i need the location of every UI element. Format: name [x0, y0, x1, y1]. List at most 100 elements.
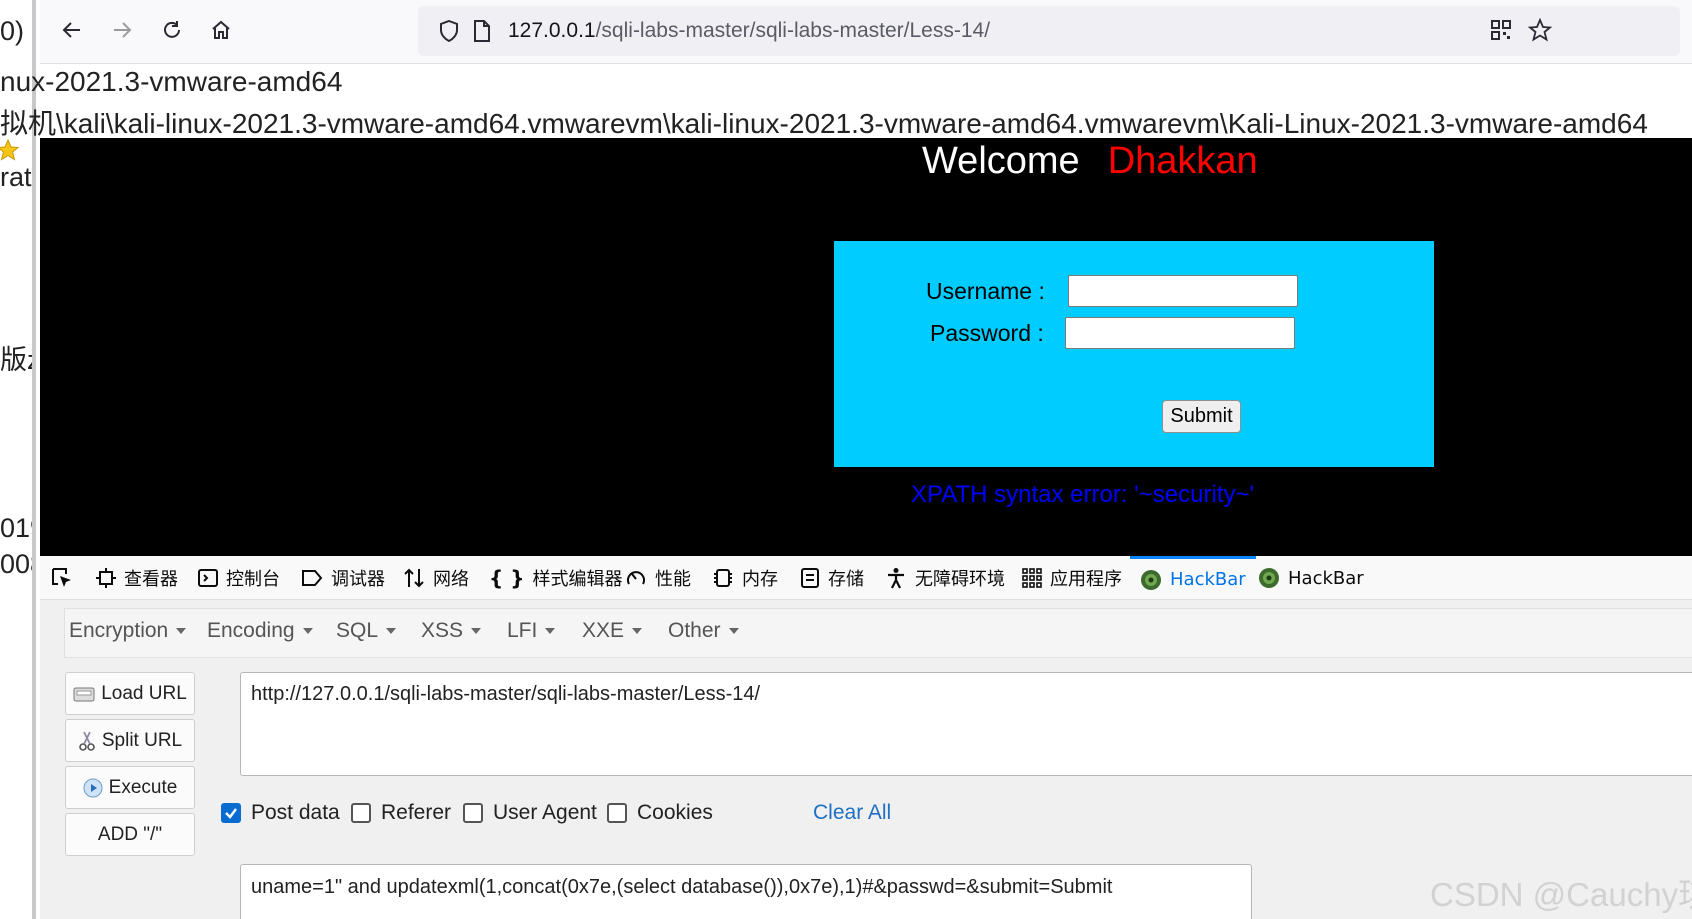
menu-label: Other [668, 619, 721, 642]
web-page: Welcome Dhakkan Username : Password : Sub… [40, 138, 1692, 556]
login-form: Username : Password : Submit [834, 241, 1434, 467]
play-icon [83, 778, 103, 797]
option-label: User Agent [493, 801, 597, 824]
menu-label: SQL [336, 619, 379, 642]
browser-toolbar: 127.0.0.1/sqli-labs-master/sqli-labs-mas… [40, 0, 1692, 64]
tab-console[interactable]: 控制台 [198, 556, 280, 600]
reload-button[interactable] [156, 14, 188, 46]
menu-label: Encoding [207, 619, 295, 642]
tab-label: HackBar [1288, 567, 1364, 589]
tab-label: 网络 [433, 569, 469, 590]
screen: 0) rati 版z 019 008 127.0.0.1/sqli-labs-m… [0, 0, 1692, 919]
menu-sql[interactable]: SQL [336, 619, 397, 643]
cookies-checkbox[interactable] [607, 803, 627, 823]
url-host: 127.0.0.1 [508, 19, 596, 42]
devtools-tab-bar: 查看器 控制台 调试器 网络 { } 样式编辑器 性能 内存 存储 无障碍环境 应… [40, 556, 1692, 600]
hackbar-icon [1141, 569, 1161, 590]
tab-hackbar[interactable]: HackBar [1258, 556, 1364, 600]
button-label: Load URL [101, 682, 187, 704]
caret-down-icon [728, 628, 739, 635]
background-fragment: 版z [0, 345, 32, 375]
submit-button[interactable]: Submit [1162, 400, 1241, 433]
split-url-button[interactable]: Split URL [65, 719, 195, 762]
caret-down-icon [302, 628, 313, 635]
cookies-option[interactable]: Cookies [607, 801, 713, 825]
grid-icon [1022, 568, 1042, 588]
bookmark-star-icon[interactable] [1528, 18, 1552, 42]
background-fragment: 008 [0, 549, 32, 579]
watermark: CSDN @Cauchy琪 [1430, 876, 1692, 913]
tab-style-editor[interactable]: { } 样式编辑器 [489, 556, 622, 600]
address-bar[interactable]: 127.0.0.1/sqli-labs-master/sqli-labs-mas… [418, 6, 1680, 56]
user-agent-option[interactable]: User Agent [463, 801, 597, 825]
page-icon [474, 20, 490, 42]
menu-lfi[interactable]: LFI [507, 619, 556, 643]
back-button[interactable] [56, 14, 88, 46]
qr-code-icon[interactable] [1490, 19, 1512, 41]
shield-icon[interactable] [438, 19, 460, 43]
tab-inspector[interactable]: 查看器 [96, 556, 178, 600]
scissors-icon [79, 731, 95, 751]
post-data-option[interactable]: Post data [221, 801, 340, 825]
menu-label: Encryption [69, 619, 169, 642]
tab-application[interactable]: 应用程序 [1022, 556, 1122, 600]
caret-down-icon [386, 628, 397, 635]
clear-all-link[interactable]: Clear All [813, 801, 891, 825]
storage-icon [801, 568, 819, 588]
password-input[interactable] [1065, 317, 1295, 349]
referer-checkbox[interactable] [351, 803, 371, 823]
tab-label: 性能 [655, 569, 691, 590]
tab-label: 无障碍环境 [915, 569, 1005, 590]
background-fragment: 0) [0, 16, 25, 46]
home-button[interactable] [205, 14, 237, 46]
element-picker-button[interactable] [50, 556, 74, 600]
menu-xss[interactable]: XSS [421, 619, 482, 643]
add-slash-button[interactable]: ADD "/" [65, 813, 195, 856]
tab-hackbar-active[interactable]: HackBar [1130, 556, 1256, 600]
post-data-checkbox[interactable] [221, 803, 241, 823]
post-data-textarea[interactable]: uname=1" and updatexml(1,concat(0x7e,(se… [240, 864, 1252, 919]
option-label: Post data [251, 801, 340, 824]
load-url-icon [73, 687, 95, 701]
tab-label: 样式编辑器 [532, 569, 623, 590]
username-label: Username : [926, 278, 1045, 304]
user-agent-checkbox[interactable] [463, 803, 483, 823]
url-textarea[interactable]: http://127.0.0.1/sqli-labs-master/sqli-l… [240, 672, 1692, 776]
menu-encoding[interactable]: Encoding [207, 619, 313, 643]
home-icon [212, 20, 230, 39]
memory-icon [714, 569, 732, 587]
welcome-name: Dhakkan [1107, 140, 1258, 182]
button-label: ADD "/" [97, 823, 163, 845]
accessibility-icon [888, 568, 904, 589]
username-input[interactable] [1068, 275, 1298, 307]
tab-performance[interactable]: 性能 [625, 556, 691, 600]
menu-xxe[interactable]: XXE [582, 619, 643, 643]
arrow-left-icon [62, 22, 80, 38]
url-text[interactable]: 127.0.0.1/sqli-labs-master/sqli-labs-mas… [508, 19, 990, 43]
execute-button[interactable]: Execute [65, 766, 195, 809]
caret-down-icon [545, 628, 556, 635]
tab-label: 控制台 [226, 569, 280, 590]
tab-debugger[interactable]: 调试器 [301, 556, 385, 600]
menu-encryption[interactable]: Encryption [69, 619, 187, 643]
load-url-button[interactable]: Load URL [65, 672, 195, 715]
menu-other[interactable]: Other [668, 619, 739, 643]
background-title-line: nux-2021.3-vmware-amd64 [0, 66, 343, 97]
tab-network[interactable]: 网络 [403, 556, 469, 600]
arrow-right-icon [114, 22, 132, 38]
referer-option[interactable]: Referer [351, 801, 451, 825]
password-label: Password : [930, 320, 1044, 346]
option-label: Referer [381, 801, 452, 824]
tab-memory[interactable]: 内存 [712, 556, 778, 600]
gauge-icon [627, 571, 645, 585]
option-label: Cookies [637, 801, 713, 824]
tab-accessibility[interactable]: 无障碍环境 [885, 556, 1005, 600]
caret-down-icon [632, 628, 643, 635]
element-picker-icon [52, 568, 71, 587]
menu-label: XXE [582, 619, 625, 642]
menu-label: LFI [507, 619, 538, 642]
tab-label: 调试器 [331, 569, 385, 590]
forward-button[interactable] [106, 14, 138, 46]
tab-storage[interactable]: 存储 [800, 556, 864, 600]
background-fragment: rati [0, 162, 36, 192]
